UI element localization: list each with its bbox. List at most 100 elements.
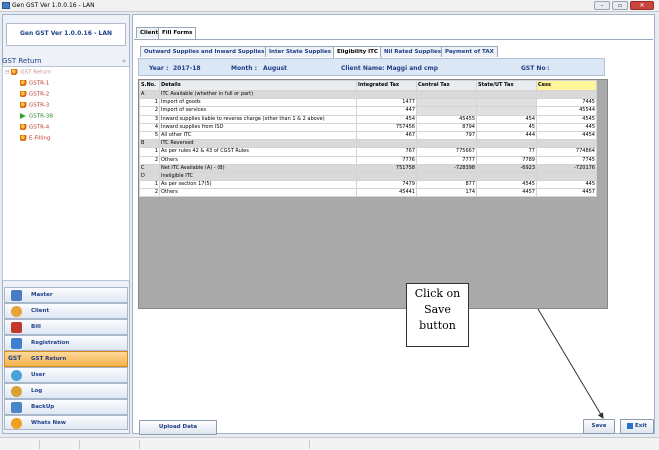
cell-state-ut-tax[interactable]: 77 <box>476 147 537 157</box>
cell-state-ut-tax[interactable] <box>476 106 537 116</box>
cell-details: ITC Reversed <box>159 139 357 149</box>
upload-data-button[interactable]: Upload Data <box>139 420 217 435</box>
backup-icon <box>11 402 22 413</box>
year-value: 2017-18 <box>173 65 201 72</box>
year-label: Year : <box>149 65 169 72</box>
cell-details: Net ITC Available (A) - (B) <box>159 163 357 173</box>
cell-cess[interactable]: 445 <box>536 122 597 132</box>
client-name-value: : Maggi and cmp <box>382 65 439 72</box>
nav-bill[interactable]: Bill <box>4 319 128 335</box>
cell-state-ut-tax[interactable] <box>476 98 537 108</box>
nav-whats-new[interactable]: Whats New <box>4 415 128 430</box>
minimize-button[interactable]: – <box>594 1 610 10</box>
nav-gst-return[interactable]: GST GST Return <box>4 351 128 367</box>
cell-central-tax[interactable]: 45455 <box>416 114 477 124</box>
cell-central-tax[interactable]: -728398 <box>416 163 477 173</box>
cell-state-ut-tax[interactable]: 454 <box>476 114 537 124</box>
cell-cess[interactable] <box>536 171 597 182</box>
cell-state-ut-tax[interactable] <box>476 89 537 100</box>
cell-cess[interactable]: 4545 <box>536 114 597 124</box>
close-button[interactable]: ✕ <box>630 1 654 10</box>
cell-state-ut-tax[interactable]: 444 <box>476 130 537 141</box>
save-button[interactable]: Save <box>583 419 615 434</box>
nav-client[interactable]: Client <box>4 303 128 319</box>
cell-central-tax[interactable]: 8794 <box>416 122 477 132</box>
cell-integrated-tax[interactable] <box>356 139 417 149</box>
table-row: 3 Inward supplies liable to reverse charg… <box>139 114 597 124</box>
subtab-payment-of-tax[interactable]: Payment of TAX <box>441 46 498 57</box>
nav-registration[interactable]: Registration <box>4 335 128 351</box>
form-icon <box>20 102 27 108</box>
callout-line: Click on <box>414 287 461 300</box>
table-row: 2 Import of services 447 45544 <box>139 106 597 116</box>
cell-integrated-tax[interactable]: 1477 <box>356 98 417 108</box>
cell-details: Inward supplies from ISD <box>159 122 357 132</box>
gst-no-label: GST No <box>521 65 546 72</box>
subtab-inter-state[interactable]: Inter State Supplies <box>265 46 336 57</box>
cell-integrated-tax[interactable]: 7776 <box>356 155 417 165</box>
cell-central-tax[interactable]: 7777 <box>416 155 477 165</box>
cell-central-tax[interactable]: 797 <box>416 130 477 141</box>
cell-central-tax[interactable] <box>416 89 477 100</box>
cell-integrated-tax[interactable]: 757456 <box>356 122 417 132</box>
cell-cess[interactable]: 4454 <box>536 130 597 141</box>
cell-integrated-tax[interactable] <box>356 171 417 182</box>
cell-cess[interactable]: 445 <box>536 180 597 190</box>
tree-item-gstr-3b[interactable]: GSTR-3B <box>20 113 53 120</box>
cell-cess[interactable]: 4457 <box>536 188 597 198</box>
cell-cess[interactable]: 7745 <box>536 155 597 165</box>
cell-cess[interactable]: 774864 <box>536 147 597 157</box>
cell-central-tax[interactable] <box>416 106 477 116</box>
cell-details: All other ITC <box>159 130 357 141</box>
cell-state-ut-tax[interactable]: -6923 <box>476 163 537 173</box>
cell-integrated-tax[interactable]: 447 <box>356 106 417 116</box>
status-bar <box>0 437 659 450</box>
subtab-nil-rated[interactable]: Nil Rated Supplies <box>380 46 445 57</box>
cell-cess[interactable] <box>536 89 597 100</box>
nav-master[interactable]: Master <box>4 287 128 303</box>
cell-central-tax[interactable]: 877 <box>416 180 477 190</box>
nav-log[interactable]: Log <box>4 383 128 399</box>
subtab-eligibility-itc[interactable]: Eligibility ITC <box>333 46 382 58</box>
cell-cess[interactable]: -720176 <box>536 163 597 173</box>
cell-state-ut-tax[interactable] <box>476 139 537 149</box>
collapse-icon[interactable]: « <box>122 57 126 65</box>
master-icon <box>11 290 22 301</box>
tree-item-gstr-2[interactable]: GSTR-2 <box>20 91 49 98</box>
nav-backup[interactable]: BackUp <box>4 399 128 415</box>
tab-fill-forms[interactable]: Fill Forms <box>158 27 197 39</box>
tree-label: GSTR-3 <box>29 102 50 109</box>
nav-label: Master <box>31 292 53 298</box>
cell-state-ut-tax[interactable]: 7789 <box>476 155 537 165</box>
cell-central-tax[interactable] <box>416 171 477 182</box>
cell-state-ut-tax[interactable]: 4545 <box>476 180 537 190</box>
cell-integrated-tax[interactable]: 454 <box>356 114 417 124</box>
cell-integrated-tax[interactable]: 767 <box>356 147 417 157</box>
exit-button[interactable]: Exit <box>620 419 654 434</box>
cell-central-tax[interactable] <box>416 139 477 149</box>
tree-root-gst-return[interactable]: ⊟ GST Return <box>5 69 51 76</box>
tree-item-gstr-1[interactable]: GSTR-1 <box>20 80 49 87</box>
tree-item-e-filling[interactable]: E-Filling <box>20 135 50 142</box>
cell-integrated-tax[interactable]: 7479 <box>356 180 417 190</box>
section-title: GST Return <box>2 57 42 65</box>
nav-user[interactable]: User <box>4 367 128 383</box>
cell-integrated-tax[interactable]: 467 <box>356 130 417 141</box>
maximize-button[interactable]: ▫ <box>612 1 628 10</box>
cell-central-tax[interactable] <box>416 98 477 108</box>
cell-state-ut-tax[interactable]: 4457 <box>476 188 537 198</box>
cell-central-tax[interactable]: 174 <box>416 188 477 198</box>
cell-cess[interactable]: 45544 <box>536 106 597 116</box>
tree-item-gstr-4[interactable]: GSTR-4 <box>20 124 49 131</box>
cell-cess[interactable] <box>536 139 597 149</box>
cell-integrated-tax[interactable] <box>356 89 417 100</box>
cell-cess[interactable]: 7445 <box>536 98 597 108</box>
cell-state-ut-tax[interactable]: 45 <box>476 122 537 132</box>
cell-integrated-tax[interactable]: 751758 <box>356 163 417 173</box>
tree-item-gstr-3[interactable]: GSTR-3 <box>20 102 49 109</box>
nav-label: GST Return <box>31 356 67 362</box>
subtab-outward-inward[interactable]: Outward Supplies and Inward Supplies <box>140 46 269 57</box>
cell-state-ut-tax[interactable] <box>476 171 537 182</box>
cell-integrated-tax[interactable]: 45441 <box>356 188 417 198</box>
cell-central-tax[interactable]: 775667 <box>416 147 477 157</box>
